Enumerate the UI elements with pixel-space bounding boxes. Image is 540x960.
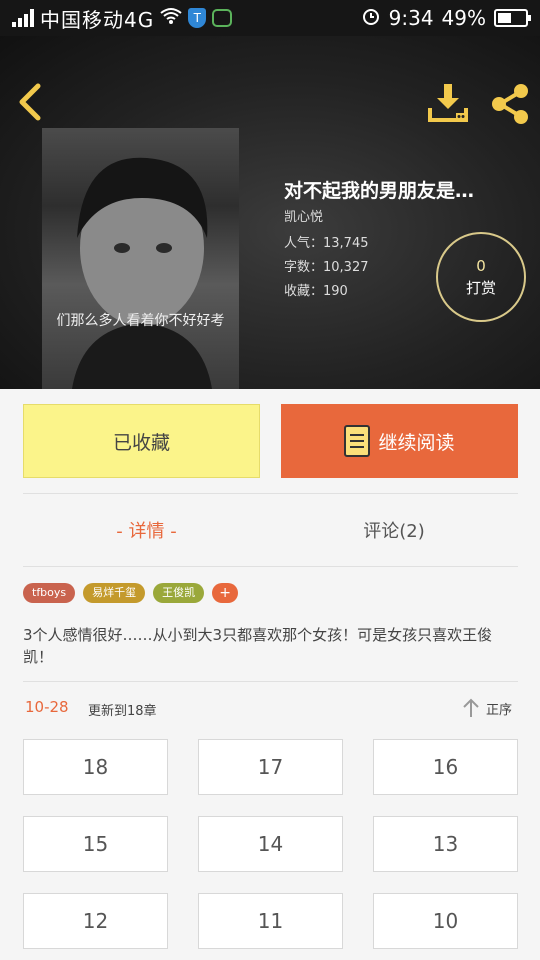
popularity-stat: 人气：13,745 bbox=[284, 236, 369, 251]
book-icon bbox=[344, 425, 371, 457]
security-shield-icon: T bbox=[188, 8, 207, 28]
word-count-stat: 字数：10,327 bbox=[284, 260, 369, 275]
arrow-up-icon bbox=[463, 698, 479, 717]
tab-details[interactable]: - 详情 - bbox=[23, 494, 270, 566]
tip-label: 打赏 bbox=[465, 278, 496, 297]
favorites-stat: 收藏：190 bbox=[284, 284, 348, 299]
continue-reading-button[interactable]: 继续阅读 bbox=[281, 404, 518, 478]
chapter-button[interactable]: 12 bbox=[23, 893, 168, 949]
cover-caption: 们那么多人看着你不好好考 bbox=[56, 313, 225, 329]
book-header: 们那么多人看着你不好好考 对不起我的男朋友是… 凯心悦 人气：13,745 字数… bbox=[0, 36, 540, 389]
chapter-button[interactable]: 15 bbox=[23, 816, 168, 872]
tag-yiyang-qianxi[interactable]: 易烊千玺 bbox=[83, 583, 146, 603]
book-cover-image[interactable]: 们那么多人看着你不好好考 bbox=[42, 128, 239, 389]
update-status: 更新到18章 bbox=[88, 704, 157, 719]
tip-button[interactable]: 0 打赏 bbox=[436, 232, 526, 322]
status-bar: 中国移动4G T 9:34 49% bbox=[0, 0, 540, 36]
chapter-button[interactable]: 10 bbox=[373, 893, 518, 949]
add-tag-button[interactable]: + bbox=[212, 583, 239, 603]
back-button[interactable] bbox=[14, 82, 46, 122]
divider bbox=[23, 566, 518, 567]
chapter-button[interactable]: 13 bbox=[373, 816, 518, 872]
tab-comments[interactable]: 评论(2) bbox=[270, 494, 518, 566]
update-date: 10-28 bbox=[25, 698, 69, 716]
book-description: 3个人感情很好……从小到大3只都喜欢那个女孩！可是女孩只喜欢王俊凯！ bbox=[23, 626, 493, 666]
tag-tfboys[interactable]: tfboys bbox=[23, 583, 76, 603]
signal-icon bbox=[12, 9, 34, 27]
chapter-button[interactable]: 11 bbox=[198, 893, 343, 949]
share-button[interactable] bbox=[488, 82, 532, 126]
tag-list: tfboys 易烊千玺 王俊凯 + bbox=[23, 583, 239, 603]
chapter-button[interactable]: 17 bbox=[198, 739, 343, 795]
wifi-icon bbox=[160, 7, 182, 30]
chat-icon bbox=[212, 9, 233, 27]
carrier-label: 中国移动4G bbox=[40, 7, 155, 32]
download-icon bbox=[428, 84, 468, 122]
book-title: 对不起我的男朋友是… bbox=[284, 180, 475, 202]
download-button[interactable] bbox=[426, 82, 470, 126]
sort-order-label: 正序 bbox=[486, 702, 513, 718]
sort-order-button[interactable]: 正序 bbox=[462, 696, 512, 720]
divider bbox=[23, 681, 518, 682]
battery-icon bbox=[494, 9, 531, 27]
tip-count: 0 bbox=[476, 256, 486, 275]
alarm-icon bbox=[361, 6, 381, 31]
chapter-button[interactable]: 14 bbox=[198, 816, 343, 872]
favorited-label: 已收藏 bbox=[112, 431, 170, 454]
portrait-illustration bbox=[72, 157, 212, 389]
chapter-button[interactable]: 18 bbox=[23, 739, 168, 795]
chapter-button[interactable]: 16 bbox=[373, 739, 518, 795]
battery-percent: 49% bbox=[441, 6, 486, 30]
share-icon bbox=[492, 84, 528, 124]
tag-wang-junkai[interactable]: 王俊凯 bbox=[153, 583, 205, 603]
clock-time: 9:34 bbox=[388, 6, 434, 30]
author-name[interactable]: 凯心悦 bbox=[284, 206, 323, 225]
continue-reading-label: 继续阅读 bbox=[378, 431, 455, 454]
favorited-button[interactable]: 已收藏 bbox=[23, 404, 260, 478]
chevron-left-icon bbox=[19, 83, 41, 121]
